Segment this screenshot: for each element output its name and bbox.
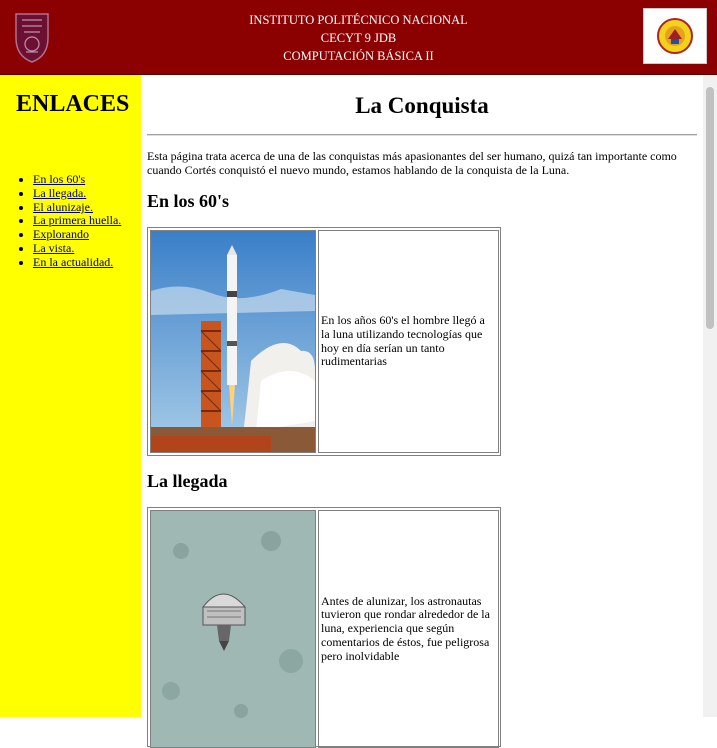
cecyt-logo — [643, 8, 707, 64]
link-el-alunizaje[interactable]: El alunizaje. — [33, 200, 93, 214]
header-text: INSTITUTO POLITÉCNICO NACIONAL CECYT 9 J… — [0, 11, 717, 65]
header-school: CECYT 9 JDB — [320, 31, 397, 45]
sidebar-item: La llegada. — [33, 186, 121, 201]
link-en-la-actualidad[interactable]: En la actualidad. — [33, 255, 113, 269]
section-text-la-llegada: Antes de alunizar, los astronautas tuvie… — [321, 593, 490, 663]
sidebar-item: Explorando — [33, 227, 121, 242]
sidebar-item: En los 60's — [33, 172, 121, 187]
sidebar-title: ENLACES — [16, 91, 130, 117]
sidebar-link-list: En los 60's La llegada. El alunizaje. La… — [18, 172, 121, 270]
sidebar-item: El alunizaje. — [33, 200, 121, 215]
spacecraft-over-moon-photo — [150, 510, 316, 748]
title-divider — [147, 134, 697, 136]
sidebar-item: La vista. — [33, 241, 121, 256]
intro-paragraph: Esta página trata acerca de una de las c… — [147, 149, 677, 177]
link-la-vista[interactable]: La vista. — [33, 241, 74, 255]
section-table-la-llegada: Antes de alunizar, los astronautas tuvie… — [147, 507, 501, 748]
page-header: INSTITUTO POLITÉCNICO NACIONAL CECYT 9 J… — [0, 0, 717, 75]
section-text-cell-60s: En los años 60's el hombre llegó a la lu… — [318, 230, 499, 453]
sidebar-links-panel: ENLACES En los 60's La llegada. El aluni… — [0, 75, 141, 717]
section-text-60s: En los años 60's el hombre llegó a la lu… — [321, 312, 485, 369]
section-title-60s: En los 60's — [147, 191, 230, 211]
sidebar-item: En la actualidad. — [33, 255, 121, 270]
link-explorando[interactable]: Explorando — [33, 227, 89, 241]
section-table-60s: En los años 60's el hombre llegó a la lu… — [147, 227, 501, 456]
vertical-scrollbar[interactable] — [703, 75, 717, 717]
section-title-la-llegada: La llegada — [147, 471, 228, 491]
header-institution: INSTITUTO POLITÉCNICO NACIONAL — [249, 13, 468, 27]
section-text-cell-la-llegada: Antes de alunizar, los astronautas tuvie… — [318, 510, 499, 748]
rocket-launch-photo — [150, 230, 316, 453]
link-en-los-60s[interactable]: En los 60's — [33, 172, 85, 186]
scrollbar-thumb[interactable] — [706, 87, 714, 329]
main-content: La Conquista Esta página trata acerca de… — [141, 75, 703, 748]
sidebar-item: La primera huella. — [33, 213, 121, 228]
link-la-primera-huella[interactable]: La primera huella. — [33, 213, 121, 227]
link-la-llegada[interactable]: La llegada. — [33, 186, 86, 200]
page-title: La Conquista — [355, 93, 489, 118]
header-course: COMPUTACIÓN BÁSICA II — [283, 49, 434, 63]
